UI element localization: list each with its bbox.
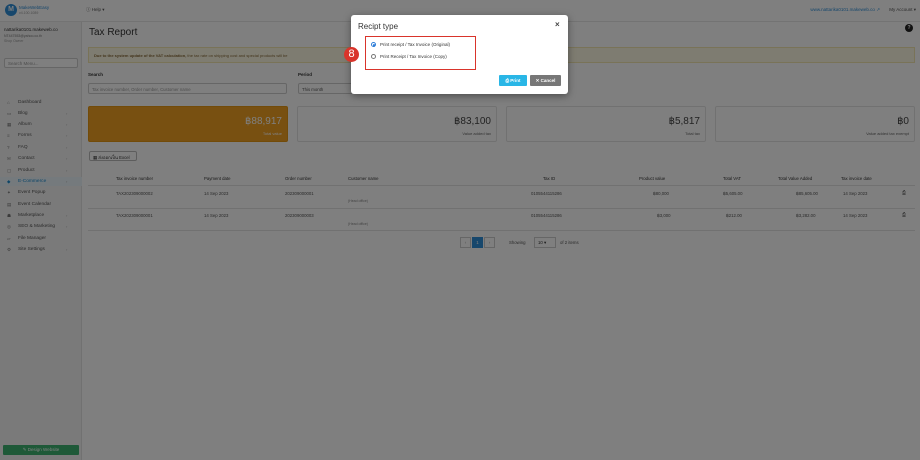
step-badge: 8 [344, 47, 359, 62]
modal-title: Recipt type [358, 22, 399, 31]
option-copy[interactable]: Print Receipt / Tax Invoice (Copy) [371, 54, 447, 60]
cancel-button[interactable]: ✕ Cancel [530, 75, 561, 86]
radio-copy[interactable] [371, 54, 376, 60]
option-original-label: Print receipt / Tax Invoice (Original) [380, 42, 450, 47]
print-button[interactable]: ⎙ Print [499, 75, 527, 86]
close-icon[interactable]: × [555, 20, 560, 29]
option-original[interactable]: Print receipt / Tax Invoice (Original) [371, 42, 450, 48]
radio-original[interactable] [371, 42, 376, 48]
option-copy-label: Print Receipt / Tax Invoice (Copy) [380, 54, 447, 59]
